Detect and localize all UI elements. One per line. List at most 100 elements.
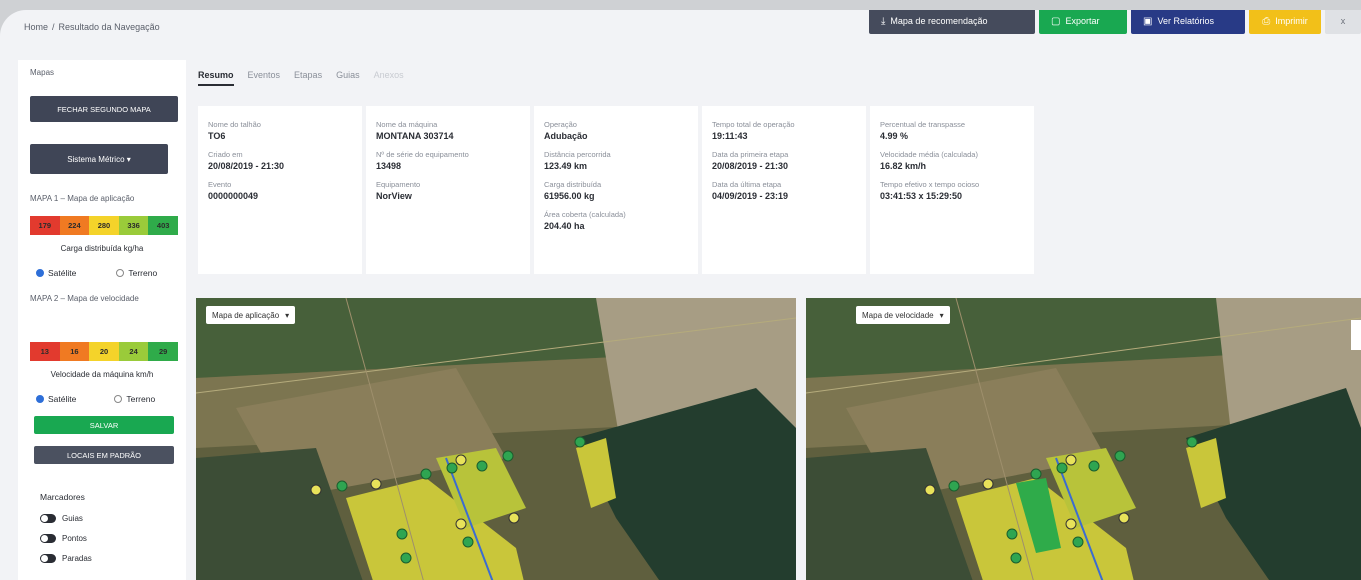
map-expand-handle[interactable] — [1351, 320, 1361, 350]
info-label: Tempo total de operação — [712, 120, 795, 129]
map-type-select[interactable]: Mapa de aplicação ▾ — [206, 306, 296, 324]
map-type-select[interactable]: Mapa de velocidade ▾ — [856, 306, 950, 324]
info-label: Área coberta (calculada) — [544, 210, 626, 219]
legend-value: 20 — [99, 347, 109, 356]
info-label: Data da última etapa — [712, 180, 782, 189]
map-type-value: Mapa de aplicação — [212, 310, 280, 320]
info-card-machine: Nome da máquina MONTANA 303714 Nº de sér… — [366, 106, 530, 274]
radio-terrain[interactable] — [114, 395, 123, 403]
info-label: Nº de série do equipamento — [376, 150, 469, 159]
legend-value: 29 — [159, 347, 168, 356]
legend-bin: 403 — [148, 216, 178, 235]
legend-value: 336 — [127, 221, 140, 230]
marker-toggle-points[interactable]: Pontos — [40, 534, 87, 543]
report-icon: ▣ — [1143, 15, 1153, 27]
legend-value: 224 — [68, 221, 81, 230]
marker-label: Paradas — [62, 554, 92, 563]
save-button[interactable]: SALVAR — [34, 416, 174, 434]
info-value: 04/09/2019 - 23:19 — [712, 191, 789, 201]
download-icon: ⤓ — [881, 15, 886, 27]
marker-label: Pontos — [62, 534, 87, 543]
satellite-imagery — [196, 298, 796, 580]
marker-toggle-guides[interactable]: Guias — [40, 514, 83, 523]
info-card-operation: Operação Adubação Distância percorrida 1… — [534, 106, 698, 274]
toggle-switch[interactable] — [40, 554, 56, 563]
info-value: 204.40 ha — [544, 221, 585, 231]
radio-satellite-on[interactable] — [36, 269, 44, 277]
map2-legend: 13 16 20 24 29 — [30, 342, 178, 361]
info-label: Equipamento — [376, 180, 421, 189]
legend-bin: 13 — [30, 342, 60, 361]
breadcrumb-current: Resultado da Navegação — [58, 22, 160, 32]
info-card-field: Nome do talhão TO6 Criado em 20/08/2019 … — [198, 106, 362, 274]
info-label: Distância percorrida — [544, 150, 611, 159]
info-value: 03:41:53 x 15:29:50 — [880, 191, 963, 201]
tab-guides[interactable]: Guias — [336, 70, 360, 86]
info-label: Evento — [208, 180, 232, 189]
info-card-performance: Percentual de transpasse 4.99 % Velocida… — [870, 106, 1034, 274]
info-label: Operação — [544, 120, 577, 129]
info-value: TO6 — [208, 131, 226, 141]
application-map[interactable]: Mapa de aplicação ▾ — [196, 298, 796, 580]
print-button[interactable]: ⎙ Imprimir — [1249, 10, 1321, 34]
legend-value: 179 — [38, 221, 52, 230]
info-label: Tempo efetivo x tempo ocioso — [880, 180, 980, 189]
info-value: 13498 — [376, 161, 402, 171]
export-button[interactable]: ▢ Exportar — [1039, 10, 1127, 34]
info-value: 20/08/2019 - 21:30 — [208, 161, 285, 171]
satellite-imagery — [806, 298, 1361, 580]
map-type-value: Mapa de velocidade — [862, 310, 934, 320]
toggle-switch[interactable] — [40, 534, 56, 543]
tab-stages[interactable]: Etapas — [294, 70, 322, 86]
info-label: Criado em — [208, 150, 243, 159]
file-icon: ▢ — [1051, 15, 1061, 27]
radio-terrain-label: Terreno — [128, 268, 158, 278]
map2-caption: Velocidade da máquina km/h — [50, 370, 154, 379]
legend-bin: 20 — [89, 342, 119, 361]
close-button[interactable]: x — [1325, 10, 1361, 34]
chevron-down-icon: ▾ — [285, 310, 290, 320]
radio-satellite-on[interactable] — [36, 395, 44, 403]
measurement-system-select[interactable]: Sistema Métrico ▾ — [30, 144, 168, 174]
legend-value: 280 — [97, 221, 111, 230]
print-label: Imprimir — [1275, 16, 1308, 26]
info-value: 123.49 km — [544, 161, 588, 171]
chevron-down-icon: ▾ — [939, 310, 944, 320]
tab-attachments[interactable]: Anexos — [374, 70, 404, 86]
info-value: 0000000049 — [208, 191, 259, 201]
radio-terrain[interactable] — [116, 269, 125, 277]
breadcrumb-separator: / — [52, 22, 55, 32]
legend-bin: 24 — [118, 342, 149, 361]
recommendation-map-button[interactable]: ⤓ Mapa de recomendação — [869, 10, 1035, 34]
speed-map[interactable]: Mapa de velocidade ▾ — [806, 298, 1361, 580]
close-second-map-button[interactable]: FECHAR SEGUNDO MAPA — [30, 96, 178, 122]
legend-bin: 179 — [30, 216, 60, 235]
info-value: Adubação — [544, 131, 588, 141]
breadcrumb-home[interactable]: Home — [24, 22, 48, 32]
marker-label: Guias — [62, 514, 83, 523]
legend-bin: 280 — [89, 216, 119, 235]
map2-basemap-radio: Satélite Terreno — [36, 394, 155, 404]
measurement-system-label: Sistema Métrico — [67, 154, 125, 164]
toggle-switch[interactable] — [40, 514, 56, 523]
default-locations-button[interactable]: LOCAIS EM PADRÃO — [34, 446, 174, 464]
info-card-time: Tempo total de operação 19:11:43 Data da… — [702, 106, 866, 274]
legend-bin: 224 — [59, 216, 90, 235]
tab-events[interactable]: Eventos — [248, 70, 281, 86]
legend-bin: 16 — [59, 342, 90, 361]
marker-toggle-stops[interactable]: Paradas — [40, 554, 92, 563]
legend-bin: 29 — [148, 342, 178, 361]
map2-title: MAPA 2 – Mapa de velocidade — [30, 294, 139, 303]
info-label: Velocidade média (calculada) — [880, 150, 978, 159]
toolbar: ⤓ Mapa de recomendação ▢ Exportar ▣ Ver … — [865, 10, 1361, 34]
radio-terrain-label: Terreno — [126, 394, 156, 404]
tab-bar: Resumo Eventos Etapas Guias Anexos — [198, 70, 404, 86]
tab-summary[interactable]: Resumo — [198, 70, 234, 86]
printer-icon: ⎙ — [1262, 15, 1271, 27]
map1-legend: 179 224 280 336 403 — [30, 216, 178, 235]
view-reports-button[interactable]: ▣ Ver Relatórios — [1131, 10, 1245, 34]
info-value: 16.82 km/h — [880, 161, 927, 171]
info-value: 4.99 % — [880, 131, 909, 141]
legend-value: 16 — [70, 347, 79, 356]
info-value: NorView — [376, 191, 412, 201]
